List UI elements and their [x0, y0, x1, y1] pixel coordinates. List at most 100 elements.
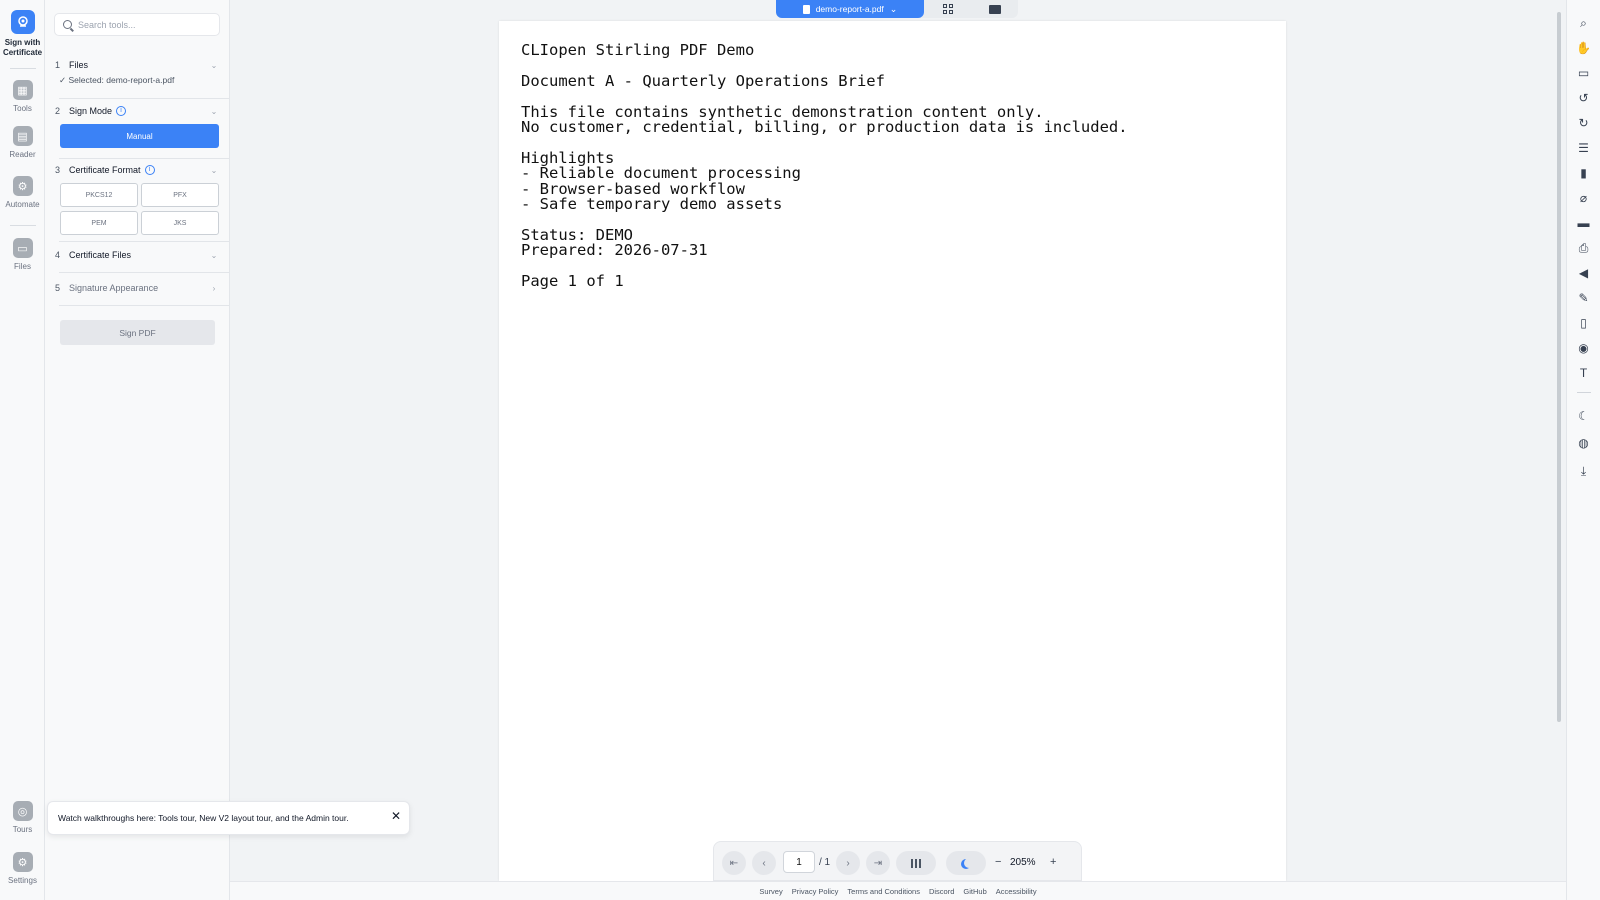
moon-icon	[964, 858, 974, 868]
chevron-down-icon: ⌄	[210, 250, 218, 260]
step-header-signature-appearance[interactable]: 5 Signature Appearance ›	[55, 281, 220, 295]
chevron-right-icon: ›	[212, 283, 216, 293]
pen-icon[interactable]: ✎	[1577, 292, 1590, 305]
comment-icon[interactable]: ▬	[1577, 217, 1590, 230]
step-number: 2	[55, 106, 61, 116]
first-page-icon: ⇤	[729, 857, 739, 869]
reader-book-icon: ▤	[12, 126, 33, 146]
last-page-button[interactable]: ⇥	[866, 851, 890, 875]
file-selector-tab[interactable]: demo-report-a.pdf ⌄	[776, 0, 924, 18]
grid-view-button[interactable]	[924, 0, 971, 18]
rail-item-settings[interactable]: ⚙ Settings	[0, 852, 45, 886]
sign-pdf-button[interactable]: Sign PDF	[60, 320, 215, 345]
rail-label-tools: Tools	[13, 104, 32, 113]
file-edit-icon[interactable]: ▯	[1577, 317, 1590, 330]
chevron-right-icon: ›	[846, 857, 850, 869]
format-pfx-button[interactable]: PFX	[141, 183, 219, 207]
format-jks-button[interactable]: JKS	[141, 211, 219, 235]
close-icon[interactable]: ✕	[391, 809, 401, 823]
view-mode-button[interactable]	[896, 851, 936, 875]
right-toolbar: ⌕ ✋ ▭ ↺ ↻ ☰ ▮ ⌀ ▬ ⎙ ◀ ✎ ▯ ◉ T ☾ ◍ ⤓	[1566, 0, 1600, 900]
chevron-left-icon: ‹	[762, 857, 766, 869]
rotate-left-icon[interactable]: ↺	[1577, 92, 1590, 105]
file-manager-button[interactable]	[971, 0, 1018, 18]
toast-message: Watch walkthroughs here: Tools tour, New…	[58, 813, 349, 823]
ruler-icon[interactable]: ▭	[1577, 67, 1590, 80]
speaker-icon[interactable]: ◀	[1577, 267, 1590, 280]
previous-page-button[interactable]: ‹	[752, 851, 776, 875]
rail-label-automate: Automate	[5, 200, 40, 209]
format-pkcs12-button[interactable]: PKCS12	[60, 183, 138, 207]
folder-icon: ▭	[12, 238, 33, 258]
eye-icon[interactable]: ◉	[1577, 342, 1590, 355]
footer-link-survey[interactable]: Survey	[759, 887, 782, 896]
folder-icon	[988, 4, 1001, 14]
manual-mode-button[interactable]: Manual	[60, 124, 219, 148]
left-rail: Sign with Certificate ▦ Tools ▤ Reader ⚙…	[0, 0, 45, 900]
rail-label-tours: Tours	[12, 825, 33, 834]
step-header-certificate-format[interactable]: 3 Certificate Format i ⌄	[55, 163, 220, 177]
rail-label-settings: Settings	[8, 876, 37, 885]
rail-item-automate[interactable]: ⚙ Automate	[0, 176, 45, 210]
rail-item-tools[interactable]: ▦ Tools	[0, 80, 45, 114]
zoom-out-button[interactable]: −	[995, 856, 1001, 868]
text-size-icon[interactable]: T	[1577, 367, 1590, 380]
step-divider	[59, 158, 229, 159]
step-divider	[59, 305, 229, 306]
download-icon[interactable]: ⤓	[1577, 465, 1590, 478]
rail-item-sign-with-certificate[interactable]: Sign with Certificate	[0, 10, 45, 58]
footer-link-privacy-policy[interactable]: Privacy Policy	[792, 887, 839, 896]
walkthrough-toast: Watch walkthroughs here: Tools tour, New…	[47, 801, 410, 835]
search-input[interactable]	[78, 19, 208, 30]
zoom-in-button[interactable]: +	[1050, 856, 1056, 868]
next-page-button[interactable]: ›	[836, 851, 860, 875]
footer-link-accessibility[interactable]: Accessibility	[996, 887, 1037, 896]
step-header-certificate-files[interactable]: 4 Certificate Files ⌄	[55, 248, 220, 262]
chevron-down-icon: ⌄	[210, 60, 218, 70]
chevron-down-icon: ⌄	[210, 165, 218, 175]
footer-link-github[interactable]: GitHub	[963, 887, 986, 896]
step-files: 1 Files ⌄ ✓ Selected: demo-report-a.pdf	[55, 58, 220, 86]
rail-item-files[interactable]: ▭ Files	[0, 238, 45, 272]
step-divider	[59, 272, 229, 273]
step-header-sign-mode[interactable]: 2 Sign Mode i ⌄	[55, 104, 220, 118]
attachment-icon[interactable]: ⌀	[1577, 192, 1590, 205]
info-icon[interactable]: i	[116, 106, 127, 116]
bookmark-icon[interactable]: ▮	[1577, 167, 1590, 180]
step-number: 1	[55, 60, 61, 70]
format-pem-button[interactable]: PEM	[60, 211, 138, 235]
step-divider	[59, 98, 229, 99]
chevron-down-icon: ⌄	[889, 3, 898, 14]
info-icon[interactable]: i	[144, 165, 155, 175]
step-title-certificate-format: Certificate Format	[69, 165, 141, 175]
tool-panel: 1 Files ⌄ ✓ Selected: demo-report-a.pdf …	[45, 0, 230, 900]
rotate-right-icon[interactable]: ↻	[1577, 117, 1590, 130]
globe-icon[interactable]: ◍	[1577, 437, 1590, 450]
theme-toggle-button[interactable]	[946, 851, 986, 875]
first-page-button[interactable]: ⇤	[722, 851, 746, 875]
rail-item-reader[interactable]: ▤ Reader	[0, 126, 45, 160]
viewer-topbar: demo-report-a.pdf ⌄	[776, 0, 1018, 18]
print-icon[interactable]: ⎙	[1577, 242, 1590, 255]
vertical-scrollbar[interactable]	[1557, 12, 1561, 722]
search-box[interactable]	[54, 13, 220, 36]
page-navigation-bar: ⇤ ‹ / 1 › ⇥ − 205% +	[713, 841, 1082, 881]
step-title-sign-mode-wrap: Sign Mode i	[69, 106, 208, 116]
rail-divider	[10, 68, 36, 69]
certificate-icon	[10, 10, 35, 34]
rail-item-tours[interactable]: ◎ Tours	[0, 801, 45, 835]
step-number: 3	[55, 165, 61, 175]
search-icon[interactable]: ⌕	[1577, 17, 1590, 30]
step-header-files[interactable]: 1 Files ⌄	[55, 58, 220, 72]
search-icon	[63, 20, 72, 29]
dark-mode-icon[interactable]: ☾	[1577, 410, 1590, 423]
footer-link-terms[interactable]: Terms and Conditions	[847, 887, 920, 896]
grid-icon	[942, 4, 953, 14]
automate-icon: ⚙	[12, 176, 33, 196]
page-number-input[interactable]	[783, 851, 815, 873]
list-icon[interactable]: ☰	[1577, 142, 1590, 155]
footer-link-discord[interactable]: Discord	[929, 887, 954, 896]
pan-hand-icon[interactable]: ✋	[1576, 42, 1591, 55]
step-signature-appearance: 5 Signature Appearance ›	[55, 281, 220, 295]
step-title-files: Files	[69, 60, 89, 70]
